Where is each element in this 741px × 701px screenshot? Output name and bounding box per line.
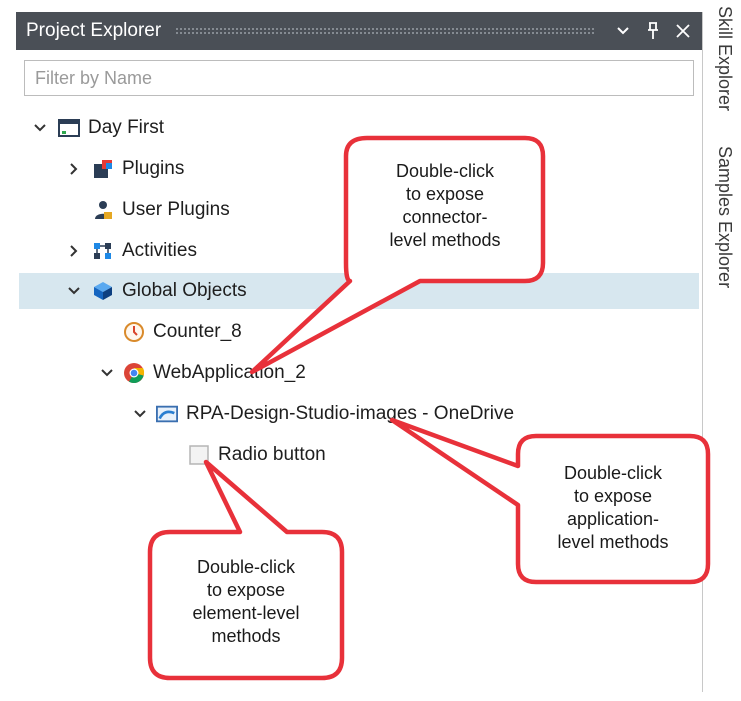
callout-line: Double-click <box>196 557 296 577</box>
callout-line: to expose <box>405 184 485 204</box>
application-callout-text: Double-click to expose application- leve… <box>524 462 702 554</box>
callout-line: element-level <box>192 603 300 623</box>
element-callout-text: Double-click to expose element-level met… <box>156 556 336 648</box>
callout-line: application- <box>566 509 660 529</box>
callout-line: to expose <box>573 486 653 506</box>
callout-line: Double-click <box>395 161 495 181</box>
callout-line: level methods <box>557 532 669 552</box>
connector-callout-text: Double-click to expose connector- level … <box>354 160 536 252</box>
callout-line: connector- <box>402 207 488 227</box>
callout-line: to expose <box>206 580 286 600</box>
callout-line: Double-click <box>563 463 663 483</box>
callout-line: methods <box>211 626 281 646</box>
callout-overlay <box>147 135 711 681</box>
callout-line: level methods <box>389 230 501 250</box>
